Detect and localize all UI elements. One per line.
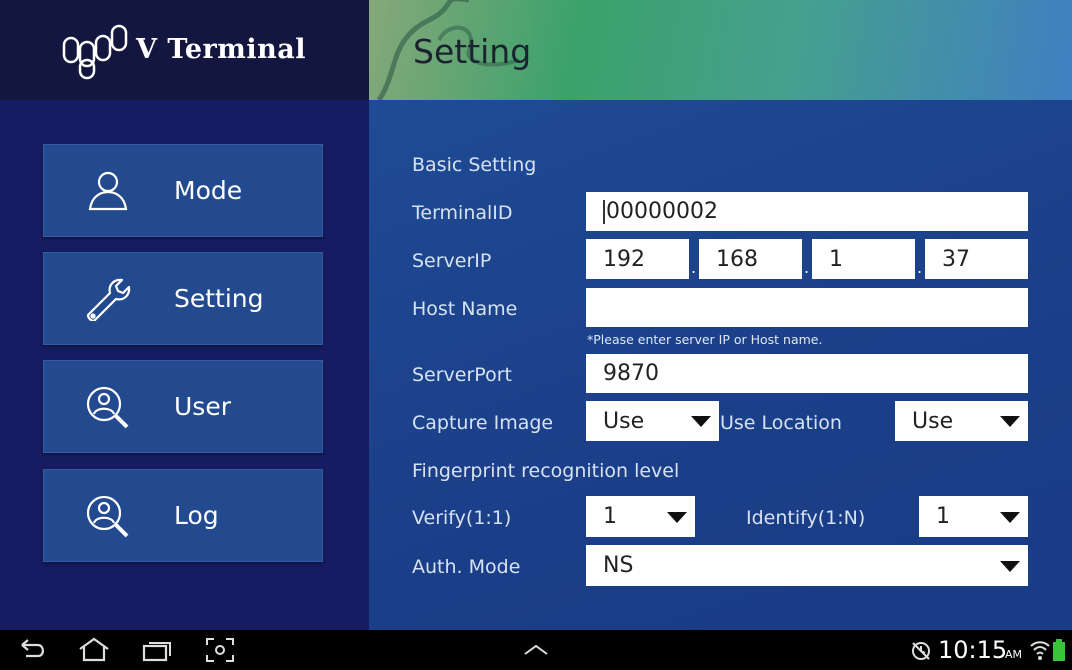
logo-area: V Terminal bbox=[0, 0, 369, 100]
verify-value: 1 bbox=[603, 504, 617, 529]
ip-separator: . bbox=[917, 258, 923, 277]
use-location-value: Use bbox=[912, 408, 954, 434]
fingers-logo-icon bbox=[62, 24, 128, 80]
sidebar: V Terminal Mode Setting User Log bbox=[0, 0, 369, 630]
screenshot-icon[interactable] bbox=[205, 637, 235, 663]
capture-image-select[interactable]: Use bbox=[586, 401, 719, 441]
page-header: Setting bbox=[369, 0, 1072, 100]
section-fingerprint-level: Fingerprint recognition level bbox=[412, 460, 680, 482]
auth-mode-label: Auth. Mode bbox=[412, 556, 521, 578]
user-search-icon bbox=[86, 386, 129, 429]
identify-select[interactable]: 1 bbox=[919, 496, 1028, 537]
sidebar-item-label: Log bbox=[174, 501, 219, 530]
recent-apps-icon[interactable] bbox=[141, 637, 173, 663]
ip-separator: . bbox=[691, 258, 697, 277]
home-icon[interactable] bbox=[78, 637, 110, 663]
server-ip-octet-4[interactable]: 37 bbox=[925, 239, 1028, 279]
dropdown-arrow-icon bbox=[691, 416, 711, 427]
terminal-id-value: 00000002 bbox=[606, 199, 718, 224]
use-location-label: Use Location bbox=[720, 412, 842, 434]
server-port-label: ServerPort bbox=[412, 364, 512, 386]
sidebar-item-setting[interactable]: Setting bbox=[43, 252, 323, 345]
clock-ampm: AM bbox=[1005, 648, 1023, 661]
settings-panel: Basic Setting TerminalID 00000002 Server… bbox=[369, 100, 1072, 630]
server-ip-octet-3[interactable]: 1 bbox=[812, 239, 915, 279]
server-ip-octet-1[interactable]: 192 bbox=[586, 239, 689, 279]
terminal-id-field[interactable]: 00000002 bbox=[586, 192, 1028, 231]
battery-icon bbox=[1053, 639, 1065, 661]
server-ip-label: ServerIP bbox=[412, 250, 492, 272]
user-search-icon bbox=[86, 495, 129, 538]
host-name-field[interactable] bbox=[586, 288, 1028, 327]
identify-label: Identify(1:N) bbox=[746, 507, 866, 529]
sidebar-item-mode[interactable]: Mode bbox=[43, 144, 323, 237]
host-hint-text: *Please enter server IP or Host name. bbox=[587, 332, 823, 347]
system-navigation-bar: 10:15 AM bbox=[0, 630, 1072, 670]
capture-image-label: Capture Image bbox=[412, 412, 554, 434]
page-title: Setting bbox=[413, 32, 532, 71]
person-icon bbox=[88, 171, 128, 211]
section-basic-setting: Basic Setting bbox=[412, 154, 537, 176]
text-cursor bbox=[603, 199, 605, 224]
alarm-icon bbox=[912, 642, 930, 660]
auth-mode-select[interactable]: NS bbox=[586, 545, 1028, 586]
dropdown-arrow-icon bbox=[1000, 416, 1020, 427]
server-ip-octet-2[interactable]: 168 bbox=[699, 239, 802, 279]
sidebar-item-label: Mode bbox=[174, 176, 243, 205]
ip-separator: . bbox=[804, 258, 810, 277]
back-icon[interactable] bbox=[18, 637, 48, 663]
dropdown-arrow-icon bbox=[1000, 560, 1020, 572]
dropdown-arrow-icon bbox=[667, 511, 687, 523]
clock-time: 10:15 bbox=[938, 636, 1008, 664]
sidebar-item-label: User bbox=[174, 392, 231, 421]
wrench-icon bbox=[86, 278, 131, 321]
verify-label: Verify(1:1) bbox=[412, 507, 512, 529]
sidebar-item-label: Setting bbox=[174, 284, 264, 313]
chevron-up-icon[interactable] bbox=[522, 637, 550, 663]
auth-mode-value: NS bbox=[603, 553, 634, 578]
terminal-id-label: TerminalID bbox=[412, 202, 513, 224]
capture-image-value: Use bbox=[603, 408, 645, 434]
use-location-select[interactable]: Use bbox=[895, 401, 1028, 441]
identify-value: 1 bbox=[936, 504, 950, 529]
sidebar-item-user[interactable]: User bbox=[43, 360, 323, 453]
wifi-icon bbox=[1030, 641, 1050, 660]
verify-select[interactable]: 1 bbox=[586, 496, 695, 537]
app-title: V Terminal bbox=[136, 34, 306, 65]
host-name-label: Host Name bbox=[412, 298, 518, 320]
dropdown-arrow-icon bbox=[1000, 511, 1020, 523]
sidebar-item-log[interactable]: Log bbox=[43, 469, 323, 562]
server-port-field[interactable]: 9870 bbox=[586, 354, 1028, 393]
